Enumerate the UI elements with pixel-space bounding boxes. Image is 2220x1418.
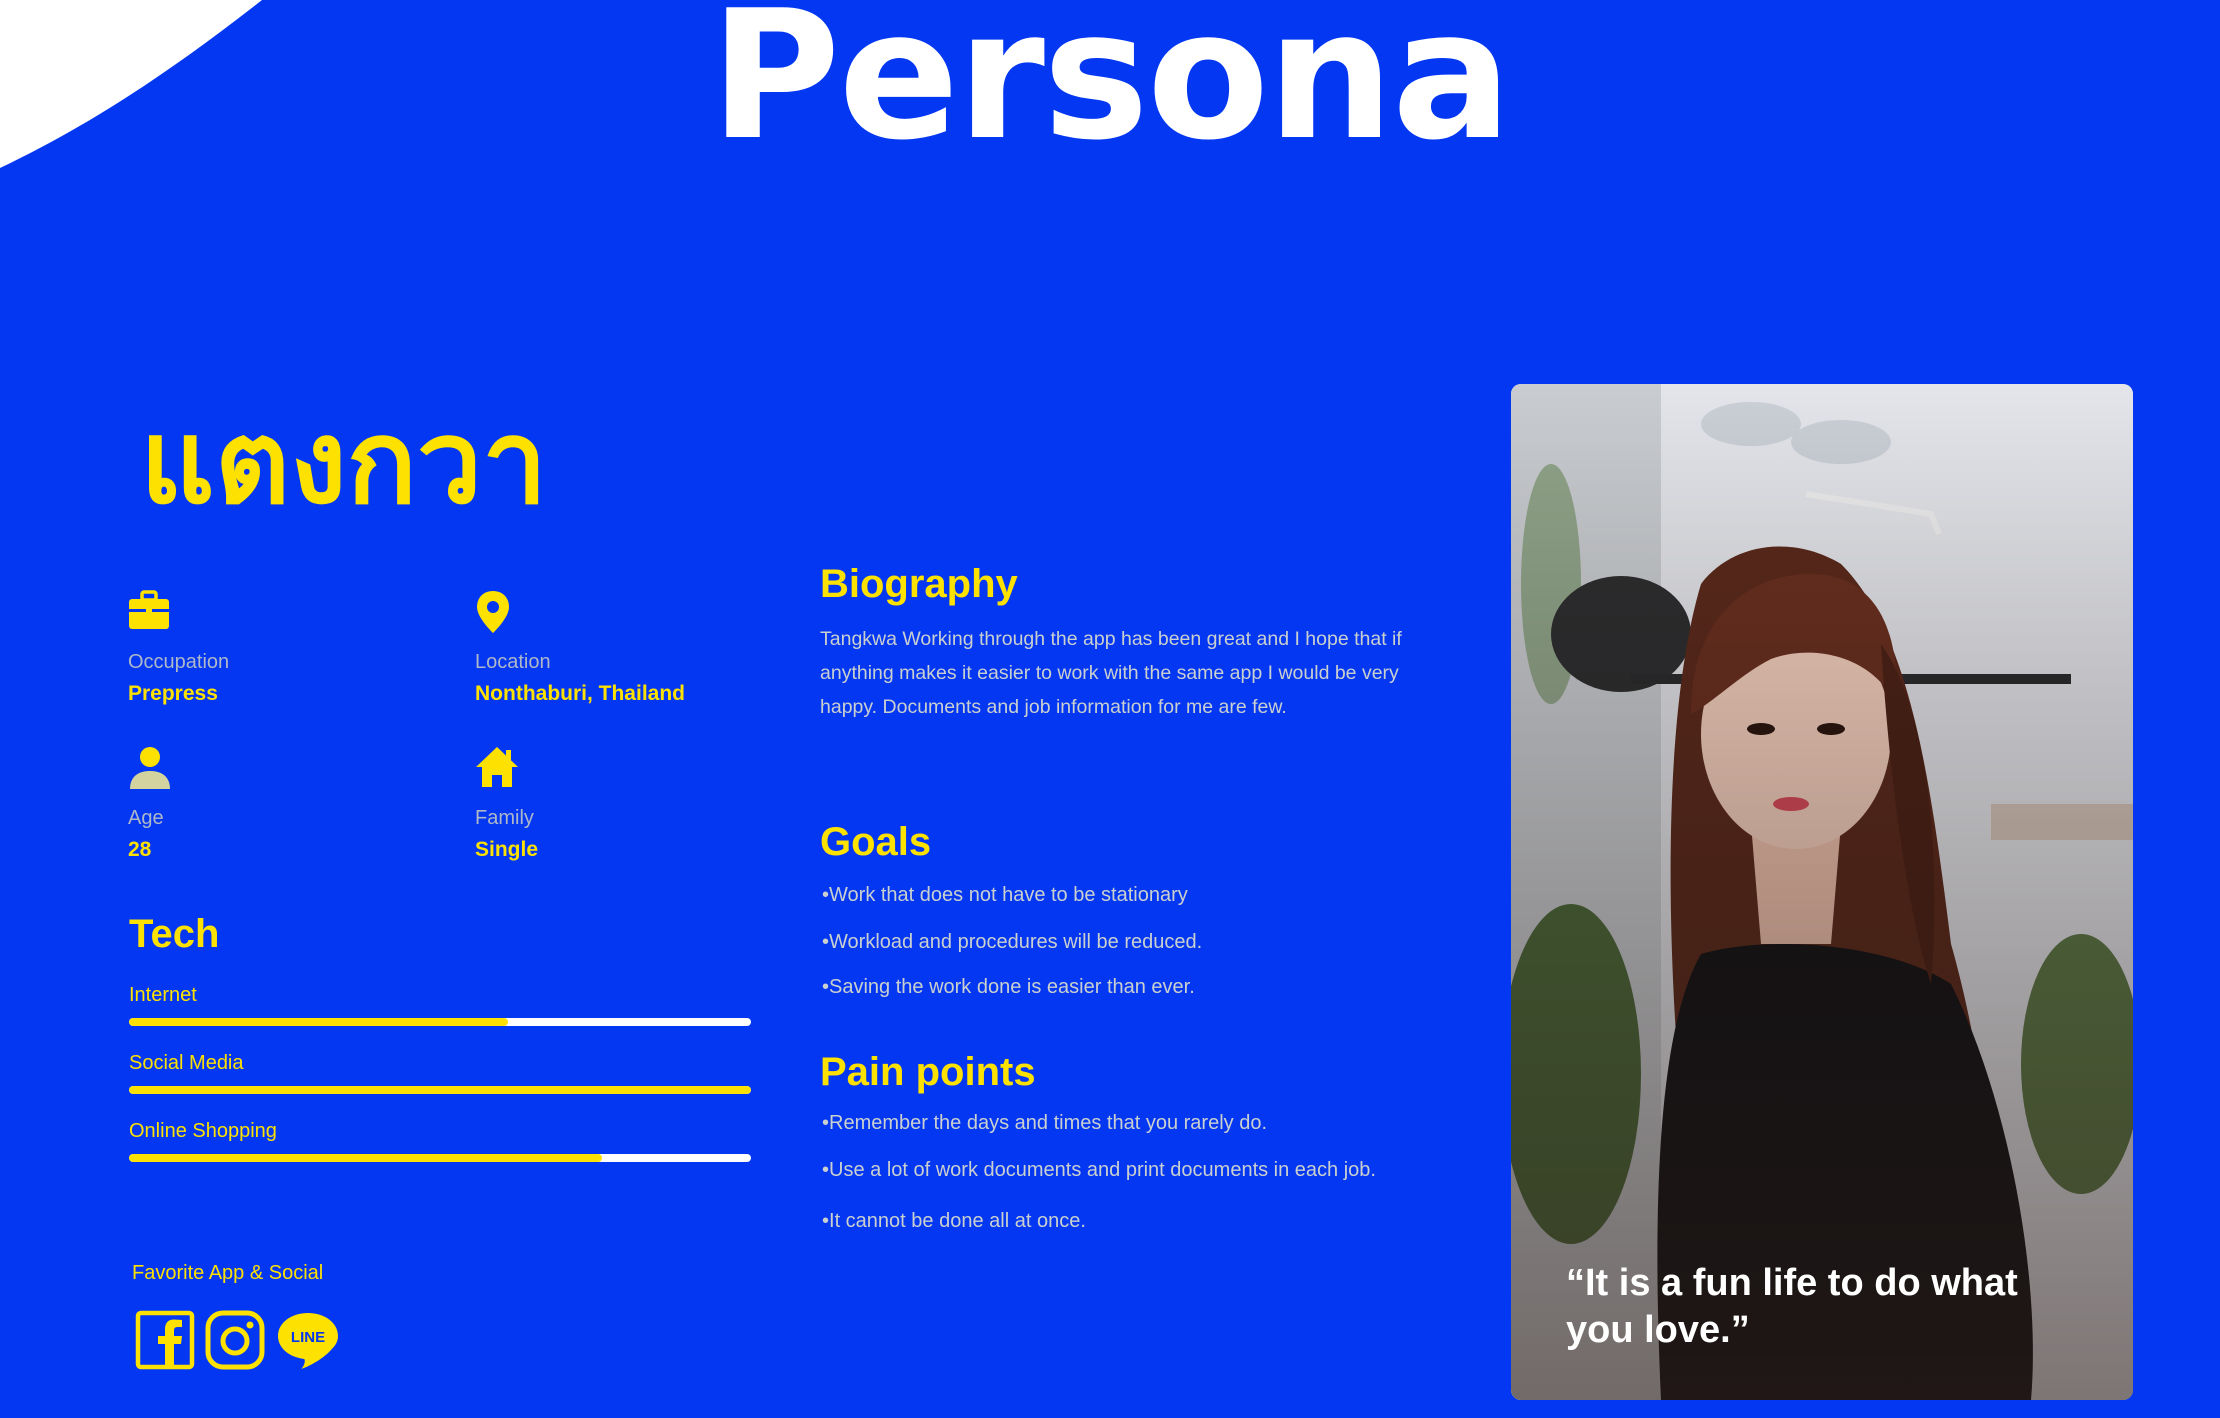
social-media-level-fill	[129, 1086, 751, 1094]
biography-heading: Biography	[820, 562, 1018, 606]
occupation-value: Prepress	[128, 682, 218, 705]
persona-photo-card: “It is a fun life to do what you love.”	[1511, 384, 2133, 1400]
location-label: Location	[475, 651, 551, 673]
internet-level-fill	[129, 1018, 509, 1026]
age-label: Age	[128, 807, 164, 829]
occupation-label: Occupation	[128, 651, 230, 673]
house-icon	[475, 746, 538, 794]
pain-points-heading: Pain points	[820, 1050, 1036, 1094]
pain-point-item: Use a lot of work documents and print do…	[822, 1159, 1376, 1182]
tech-label-online-shopping: Online Shopping	[129, 1120, 277, 1142]
person-icon	[128, 746, 172, 794]
pain-point-item: It cannot be done all at once.	[822, 1210, 1086, 1233]
location-pin-icon	[475, 590, 685, 638]
facebook-icon[interactable]	[135, 1310, 195, 1370]
age-attribute: Age 28	[128, 746, 172, 868]
page-title: Persona	[709, 0, 1512, 179]
goal-item: Saving the work done is easier than ever…	[822, 976, 1195, 999]
goals-heading: Goals	[820, 820, 932, 864]
goal-item: Workload and procedures will be reduced.	[822, 931, 1202, 954]
line-icon-text: LINE	[291, 1329, 325, 1346]
tech-label-internet: Internet	[129, 984, 197, 1006]
age-value: 28	[128, 838, 152, 861]
internet-level-bar	[129, 1018, 751, 1026]
occupation-attribute: Occupation Prepress	[128, 590, 229, 712]
persona-quote: “It is a fun life to do what you love.”	[1566, 1262, 2018, 1351]
family-attribute: Family Single	[475, 746, 538, 868]
family-value: Single	[475, 838, 539, 861]
favorite-apps-label: Favorite App & Social	[132, 1262, 324, 1284]
location-attribute: Location Nonthaburi, Thailand	[475, 590, 685, 712]
goal-item: Work that does not have to be stationary	[822, 884, 1188, 907]
tech-row-online-shopping: Online Shopping	[129, 1118, 751, 1162]
tech-label-social-media: Social Media	[129, 1052, 244, 1074]
online-shopping-level-bar	[129, 1154, 751, 1162]
instagram-icon[interactable]	[205, 1310, 265, 1370]
tech-row-internet: Internet	[129, 982, 751, 1026]
persona-photo	[1511, 384, 2133, 1400]
family-label: Family	[475, 807, 534, 829]
biography-text: Tangkwa Working through the app has been…	[820, 628, 1402, 718]
online-shopping-level-fill	[129, 1154, 602, 1162]
tech-row-social-media: Social Media	[129, 1050, 751, 1094]
persona-name: แตงกวา	[140, 395, 548, 530]
briefcase-icon	[128, 590, 229, 638]
tech-heading: Tech	[129, 912, 220, 956]
pain-point-item: Remember the days and times that you rar…	[822, 1112, 1267, 1135]
social-media-level-bar	[129, 1086, 751, 1094]
location-value: Nonthaburi, Thailand	[475, 682, 685, 705]
line-icon[interactable]: LINE	[275, 1310, 341, 1370]
